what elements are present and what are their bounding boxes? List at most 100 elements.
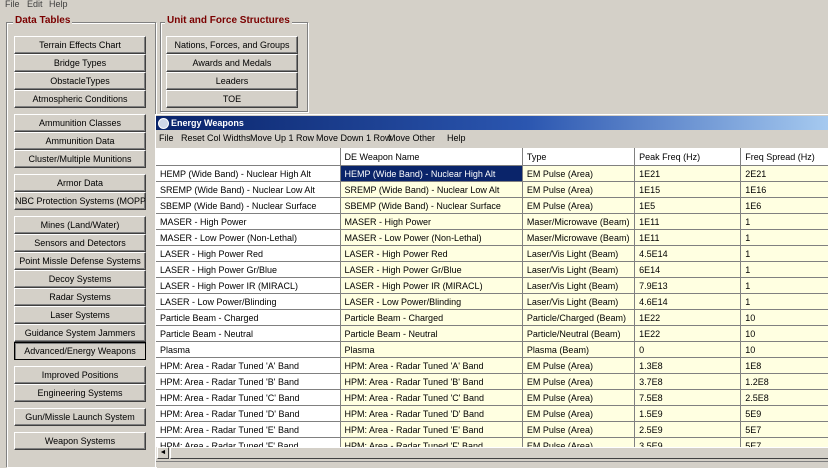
table-cell[interactable]: Plasma [340, 341, 523, 358]
window-menu-move-other[interactable]: Move Other [388, 133, 435, 143]
table-cell[interactable]: 5E7 [740, 421, 828, 438]
horizontal-scrollbar[interactable]: ◄ [156, 447, 828, 459]
row-label-cell[interactable]: SREMP (Wide Band) - Nuclear Low Alt [156, 181, 341, 198]
table-cell[interactable]: LASER - High Power Red [340, 245, 523, 262]
data-table-button-atmospheric-conditions[interactable]: Atmospheric Conditions [14, 90, 146, 108]
table-row[interactable]: SBEMP (Wide Band) - Nuclear Surface SBEMP… [156, 197, 828, 214]
column-header[interactable]: DE Weapon Name [340, 148, 523, 166]
table-cell[interactable]: 1 [740, 261, 828, 278]
data-table-button-radar-systems[interactable]: Radar Systems [14, 288, 146, 306]
data-table-button-cluster-multiple-munitions[interactable]: Cluster/Multiple Munitions [14, 150, 146, 168]
table-cell[interactable]: 3.7E8 [634, 373, 742, 390]
table-cell[interactable]: 1 [740, 229, 828, 246]
table-cell[interactable]: HPM: Area - Radar Tuned 'D' Band [340, 405, 523, 422]
table-cell[interactable]: MASER - High Power [340, 213, 523, 230]
row-label-cell[interactable]: Plasma [156, 341, 341, 358]
table-cell[interactable]: EM Pulse (Area) [522, 421, 636, 438]
data-table-button-ammunition-data[interactable]: Ammunition Data [14, 132, 146, 150]
data-table-button-obstacletypes[interactable]: ObstacleTypes [14, 72, 146, 90]
table-row[interactable]: HPM: Area - Radar Tuned 'B' Band HPM: Are… [156, 373, 828, 390]
table-row[interactable]: SREMP (Wide Band) - Nuclear Low Alt SREMP… [156, 181, 828, 198]
window-menu-reset-col-widths[interactable]: Reset Col Widths [181, 133, 251, 143]
table-cell[interactable]: LASER - High Power IR (MIRACL) [340, 277, 523, 294]
table-cell[interactable]: 1E11 [634, 213, 742, 230]
table-cell[interactable]: 10 [740, 309, 828, 326]
table-cell[interactable]: LASER - High Power Gr/Blue [340, 261, 523, 278]
row-label-cell[interactable]: HPM: Area - Radar Tuned 'B' Band [156, 373, 341, 390]
table-cell[interactable]: 1 [740, 213, 828, 230]
data-table-button-nbc-protection-systems-mopp[interactable]: NBC Protection Systems (MOPP) [14, 192, 146, 210]
table-cell[interactable]: 1E22 [634, 325, 742, 342]
window-menu-move-down-1-row[interactable]: Move Down 1 Row [316, 133, 392, 143]
table-cell[interactable]: Maser/Microwave (Beam) [522, 229, 636, 246]
table-cell[interactable]: 1E8 [740, 357, 828, 374]
data-table-button-sensors-and-detectors[interactable]: Sensors and Detectors [14, 234, 146, 252]
table-cell[interactable]: MASER - Low Power (Non-Lethal) [340, 229, 523, 246]
table-cell[interactable]: 4.5E14 [634, 245, 742, 262]
data-table-button-engineering-systems[interactable]: Engineering Systems [14, 384, 146, 402]
table-row[interactable]: Plasma Plasma Plasma (Beam) 0 10 [156, 341, 828, 358]
table-cell[interactable]: LASER - Low Power/Blinding [340, 293, 523, 310]
row-label-cell[interactable]: MASER - Low Power (Non-Lethal) [156, 229, 341, 246]
table-cell[interactable]: 4.6E14 [634, 293, 742, 310]
table-cell[interactable]: 1E22 [634, 309, 742, 326]
window-menu-file[interactable]: File [159, 133, 174, 143]
table-cell[interactable]: 1.2E8 [740, 373, 828, 390]
table-cell[interactable]: EM Pulse (Area) [522, 357, 636, 374]
row-label-cell[interactable]: LASER - High Power Red [156, 245, 341, 262]
data-table-button-mines-land-water[interactable]: Mines (Land/Water) [14, 216, 146, 234]
window-titlebar[interactable]: Energy Weapons [156, 116, 828, 130]
table-cell[interactable]: 1 [740, 277, 828, 294]
table-row[interactable]: HPM: Area - Radar Tuned 'A' Band HPM: Are… [156, 357, 828, 374]
table-cell[interactable]: EM Pulse (Area) [522, 197, 636, 214]
table-cell[interactable]: 5E9 [740, 405, 828, 422]
table-cell[interactable]: 1E21 [634, 165, 742, 182]
table-cell[interactable]: 6E14 [634, 261, 742, 278]
row-label-cell[interactable]: HPM: Area - Radar Tuned 'A' Band [156, 357, 341, 374]
data-table-button-armor-data[interactable]: Armor Data [14, 174, 146, 192]
data-table-button-point-missle-defense-systems[interactable]: Point Missle Defense Systems [14, 252, 146, 270]
table-cell[interactable]: Maser/Microwave (Beam) [522, 213, 636, 230]
table-row[interactable]: LASER - High Power Red LASER - High Power… [156, 245, 828, 262]
table-cell[interactable]: Particle/Charged (Beam) [522, 309, 636, 326]
table-cell[interactable]: Laser/Vis Light (Beam) [522, 277, 636, 294]
column-header[interactable]: Peak Freq (Hz) [634, 148, 742, 166]
unit-button-leaders[interactable]: Leaders [166, 72, 298, 90]
data-table-button-laser-systems[interactable]: Laser Systems [14, 306, 146, 324]
table-row[interactable]: LASER - Low Power/Blinding LASER - Low Po… [156, 293, 828, 310]
table-row[interactable]: Particle Beam - Neutral Particle Beam - N… [156, 325, 828, 342]
row-label-cell[interactable]: Particle Beam - Neutral [156, 325, 341, 342]
table-cell[interactable]: EM Pulse (Area) [522, 389, 636, 406]
unit-button-toe[interactable]: TOE [166, 90, 298, 108]
row-label-cell[interactable]: HPM: Area - Radar Tuned 'C' Band [156, 389, 341, 406]
table-cell[interactable]: EM Pulse (Area) [522, 373, 636, 390]
data-table-button-ammunition-classes[interactable]: Ammunition Classes [14, 114, 146, 132]
table-cell[interactable]: SBEMP (Wide Band) - Nuclear Surface [340, 197, 523, 214]
table-row[interactable]: HPM: Area - Radar Tuned 'E' Band HPM: Are… [156, 421, 828, 438]
table-cell[interactable]: 1E11 [634, 229, 742, 246]
unit-button-nations-forces-and-groups[interactable]: Nations, Forces, and Groups [166, 36, 298, 54]
table-cell[interactable]: HPM: Area - Radar Tuned 'E' Band [340, 421, 523, 438]
table-row[interactable]: MASER - Low Power (Non-Lethal) MASER - Lo… [156, 229, 828, 246]
table-cell[interactable]: 1 [740, 293, 828, 310]
data-table-button-advanced-energy-weapons[interactable]: Advanced/Energy Weapons [14, 342, 146, 360]
table-cell[interactable]: 1E15 [634, 181, 742, 198]
unit-button-awards-and-medals[interactable]: Awards and Medals [166, 54, 298, 72]
table-cell[interactable]: 1 [740, 245, 828, 262]
table-cell[interactable]: 1E16 [740, 181, 828, 198]
row-label-cell[interactable]: LASER - Low Power/Blinding [156, 293, 341, 310]
menu-help[interactable]: Help [49, 0, 68, 9]
menu-edit[interactable]: Edit [27, 0, 43, 9]
table-cell[interactable]: Particle Beam - Neutral [340, 325, 523, 342]
row-label-cell[interactable]: LASER - High Power Gr/Blue [156, 261, 341, 278]
table-cell[interactable]: HPM: Area - Radar Tuned 'C' Band [340, 389, 523, 406]
table-cell[interactable]: 2.5E8 [740, 389, 828, 406]
table-cell[interactable]: 1.3E8 [634, 357, 742, 374]
table-cell[interactable]: 7.9E13 [634, 277, 742, 294]
data-table-button-decoy-systems[interactable]: Decoy Systems [14, 270, 146, 288]
table-row[interactable]: HPM: Area - Radar Tuned 'C' Band HPM: Are… [156, 389, 828, 406]
row-label-cell[interactable]: LASER - High Power IR (MIRACL) [156, 277, 341, 294]
column-header[interactable]: Type [522, 148, 636, 166]
table-cell[interactable]: EM Pulse (Area) [522, 165, 636, 182]
row-label-cell[interactable]: HPM: Area - Radar Tuned 'D' Band [156, 405, 341, 422]
